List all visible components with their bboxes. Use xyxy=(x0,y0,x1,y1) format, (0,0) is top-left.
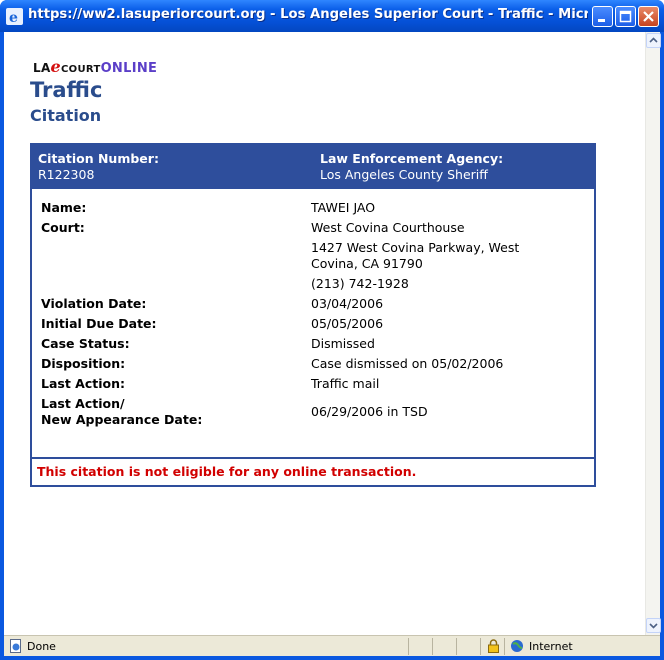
citation-header: Citation Number: R122308 Law Enforcement… xyxy=(32,145,594,189)
court-address-line-1: 1427 West Covina Parkway, West xyxy=(311,240,520,255)
agency-value: Los Angeles County Sheriff xyxy=(320,167,488,182)
globe-icon xyxy=(511,640,523,652)
status-divider xyxy=(480,638,481,655)
close-button[interactable] xyxy=(638,6,659,27)
minimize-icon xyxy=(598,19,605,22)
new-appearance-label-line-2: New Appearance Date: xyxy=(41,412,203,427)
violation-date-label: Violation Date: xyxy=(41,296,147,311)
window-title: https://ww2.lasuperiorcourt.org - Los An… xyxy=(28,7,588,22)
case-status-label: Case Status: xyxy=(41,336,130,351)
last-action: Traffic mail xyxy=(311,376,380,391)
page-title: Traffic xyxy=(30,78,103,102)
court-label: Court: xyxy=(41,220,85,235)
eligibility-notice: This citation is not eligible for any on… xyxy=(37,464,417,479)
name-value: TAWEI JAO xyxy=(311,200,376,215)
browser-window: e https://ww2.lasuperiorcourt.org - Los … xyxy=(0,0,664,660)
status-divider xyxy=(456,638,457,655)
maximize-icon xyxy=(619,10,632,23)
la-court-online-logo: LAeCOURTONLINE xyxy=(33,57,157,76)
disposition-label: Disposition: xyxy=(41,356,126,371)
scroll-up-button[interactable] xyxy=(646,33,661,48)
scroll-down-button[interactable] xyxy=(646,618,661,633)
vertical-scrollbar[interactable] xyxy=(645,32,661,635)
disposition: Case dismissed on 05/02/2006 xyxy=(311,356,504,371)
violation-date: 03/04/2006 xyxy=(311,296,384,311)
close-icon xyxy=(643,11,654,22)
name-label: Name: xyxy=(41,200,87,215)
logo-la: LA xyxy=(33,61,51,75)
last-action-label: Last Action: xyxy=(41,376,125,391)
security-zone: Internet xyxy=(529,640,573,653)
lock-icon[interactable] xyxy=(487,639,500,653)
chevron-down-icon xyxy=(649,623,658,629)
minimize-button[interactable] xyxy=(592,6,613,27)
initial-due-date-label: Initial Due Date: xyxy=(41,316,157,331)
court-address-line-2: Covina, CA 91790 xyxy=(311,256,423,271)
page-content: LAeCOURTONLINE Traffic Citation Citation… xyxy=(4,32,661,635)
title-bar[interactable]: e https://ww2.lasuperiorcourt.org - Los … xyxy=(0,0,664,32)
logo-online: ONLINE xyxy=(100,61,158,76)
court-phone: (213) 742-1928 xyxy=(311,276,409,291)
chevron-up-icon xyxy=(649,37,658,43)
status-divider xyxy=(504,638,505,655)
internet-explorer-icon: e xyxy=(6,8,23,25)
page-subtitle: Citation xyxy=(30,106,102,125)
citation-number-label: Citation Number: xyxy=(38,151,159,166)
page-icon xyxy=(10,639,21,653)
logo-e: e xyxy=(50,57,62,76)
case-status: Dismissed xyxy=(311,336,375,351)
status-divider xyxy=(408,638,409,655)
new-appearance-label-line-1: Last Action/ xyxy=(41,396,125,411)
maximize-button[interactable] xyxy=(615,6,636,27)
status-text: Done xyxy=(27,640,56,653)
new-appearance-date: 06/29/2006 in TSD xyxy=(311,404,428,419)
svg-text:e: e xyxy=(9,10,18,25)
court-name: West Covina Courthouse xyxy=(311,220,465,235)
citation-number: R122308 xyxy=(38,167,95,182)
agency-label: Law Enforcement Agency: xyxy=(320,151,504,166)
initial-due-date: 05/05/2006 xyxy=(311,316,384,331)
card-divider xyxy=(32,457,594,459)
citation-card: Citation Number: R122308 Law Enforcement… xyxy=(30,143,596,487)
status-bar: Done Internet xyxy=(4,635,660,656)
logo-court: COURT xyxy=(61,64,101,75)
status-divider xyxy=(432,638,433,655)
